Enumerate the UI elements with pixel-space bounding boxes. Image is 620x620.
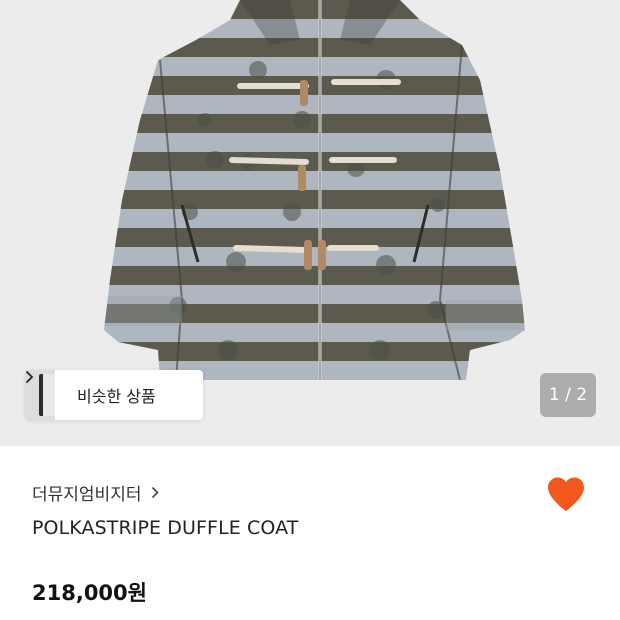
product-price: 218,000원 [32, 581, 147, 605]
similar-products-label: 비슷한 상품 [77, 387, 156, 406]
chevron-right-icon [151, 486, 160, 499]
product-image-gallery[interactable]: 비슷한 상품 1 / 2 [0, 0, 620, 446]
image-pager-indicator: 1 / 2 [540, 373, 596, 417]
heart-icon[interactable] [545, 474, 587, 516]
store-name: 더뮤지엄비지터 [32, 485, 142, 505]
product-name: POLKASTRIPE DUFFLE COAT [32, 517, 299, 539]
store-link[interactable]: 더뮤지엄비지터 [32, 480, 160, 505]
similar-products-button[interactable]: 비슷한 상품 [25, 370, 203, 420]
